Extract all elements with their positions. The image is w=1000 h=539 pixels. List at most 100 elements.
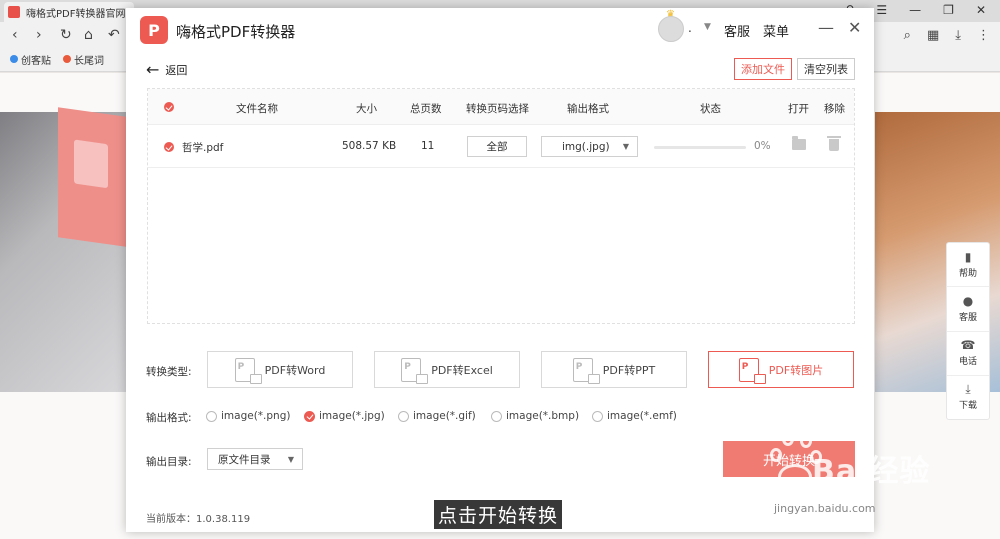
radio-dot [491,410,502,422]
back-button[interactable]: ← 返回 [146,60,187,79]
output-dir-value: 原文件目录 [218,453,271,466]
col-size: 大小 [356,103,377,115]
type-label: PDF转PPT [602,363,656,377]
trash-icon[interactable] [827,136,841,151]
download-icon: ⤓ [965,382,971,397]
output-dir-label: 输出目录: [146,456,192,468]
side-toolbar: ▮ 帮助 ● 客服 ☎ 电话 ⤓ 下载 [946,242,990,420]
side-tool-help[interactable]: ▮ 帮助 [947,243,989,288]
progress-label: 0% [754,140,771,152]
menu-icon[interactable]: ☰ [876,3,887,17]
side-tool-label: 电话 [958,357,977,368]
arrow-left-icon: ← [146,60,160,79]
service-link[interactable]: 客服 [724,21,750,40]
col-page-select: 转换页码选择 [466,103,529,115]
video-subtitle: 点击开始转换 [434,500,563,529]
forward-icon[interactable]: › [36,27,42,43]
format-option-label: image(*.emf) [607,410,677,422]
undo-icon[interactable]: ↶ [108,27,120,43]
type-label: PDF转Excel [431,363,493,377]
table-row: 哲学.pdf 508.57 KB 11 全部 img(.jpg) ▼ 0% [148,126,854,168]
download-icon[interactable]: ⤓ [955,28,961,43]
headset-icon: ● [962,293,974,308]
minimize-button[interactable]: — [818,18,834,37]
format-option-label: image(*.bmp) [506,410,580,422]
type-pdf-to-ppt[interactable]: P PDF转PPT [541,351,687,388]
bookmark-item[interactable]: 长尾词 [63,52,104,67]
format-option-label: image(*.gif) [413,410,476,422]
col-open: 打开 [788,103,809,115]
minimize-icon[interactable]: — [909,3,921,17]
baidu-watermark: Bai经验 jingyan.baidu.com [760,430,950,520]
folder-icon[interactable] [792,136,806,150]
back-label: 返回 [165,63,188,77]
format-radio-emf[interactable]: image(*.emf) [592,410,677,422]
type-pdf-to-word[interactable]: P PDF转Word [207,351,353,388]
pdf-doc-icon: P [401,357,429,384]
pdf-doc-icon: P [234,357,262,384]
file-size: 508.57 KB [342,140,397,152]
col-status: 状态 [700,103,721,115]
app-logo-icon: P [140,16,168,44]
tab-title: 嗨格式PDF转换器官网-提供 [26,8,134,20]
output-dir-select[interactable]: 原文件目录 ▼ [207,448,303,470]
bookmarks-bar: 创客贴 长尾词 [0,50,104,68]
conversion-type-label: 转换类型: [146,366,192,378]
radio-dot [206,410,217,422]
browser-toolbar-right: ⌕ ▦ ⤓ ⋮ [904,28,990,43]
home-icon[interactable]: ⌂ [84,27,93,43]
menu-link[interactable]: 菜单 [763,21,789,40]
add-file-button[interactable]: 添加文件 [734,58,792,80]
close-button[interactable]: ✕ [848,18,861,37]
close-icon[interactable]: ✕ [976,3,986,17]
more-icon[interactable]: ⋮ [977,28,990,43]
output-format-select[interactable]: img(.jpg) ▼ [541,136,638,157]
type-pdf-to-excel[interactable]: P PDF转Excel [374,351,520,388]
format-option-label: image(*.png) [221,410,291,422]
type-label: PDF转图片 [768,363,824,377]
pdf-doc-icon: P [572,357,600,384]
reload-icon[interactable]: ↻ [60,27,72,43]
apps-icon[interactable]: ▦ [927,28,939,43]
bookmark-label: 创客贴 [21,55,51,67]
format-radio-png[interactable]: image(*.png) [206,410,304,422]
bookmark-label: 长尾词 [74,55,104,67]
search-icon[interactable]: ⌕ [904,28,911,43]
row-checkbox[interactable] [164,142,174,152]
side-tool-phone[interactable]: ☎ 电话 [947,332,989,376]
format-radio-gif[interactable]: image(*.gif) [398,410,491,422]
app-title: 嗨格式PDF转换器 [176,23,296,41]
chevron-down-icon: ▼ [622,142,629,151]
title-bar: P 嗨格式PDF转换器 ♛ . ▼ 客服 菜单 — ✕ [126,8,874,52]
type-label: PDF转Word [264,363,326,377]
avatar[interactable] [658,16,684,42]
col-output-format: 输出格式 [567,103,609,115]
browser-tab[interactable]: 嗨格式PDF转换器官网-提供 [4,2,134,22]
side-tool-service[interactable]: ● 客服 [947,287,989,332]
file-pages: 11 [421,140,435,152]
chevron-down-icon: ▼ [287,455,294,464]
bookmark-icon [63,55,71,63]
phone-icon: ☎ [960,338,976,353]
clear-list-button[interactable]: 清空列表 [797,58,855,80]
back-icon[interactable]: ‹ [12,27,18,43]
side-tool-label: 帮助 [958,268,977,279]
format-radio-bmp[interactable]: image(*.bmp) [491,410,592,422]
type-pdf-to-image[interactable]: P PDF转图片 [708,351,854,388]
page-range-button[interactable]: 全部 [467,136,527,157]
format-radio-jpg[interactable]: image(*.jpg) [304,410,398,422]
user-name[interactable]: . [688,21,692,35]
select-all-checkbox[interactable] [164,102,174,112]
side-tool-download[interactable]: ⤓ 下载 [947,376,989,419]
restore-icon[interactable]: ❐ [943,3,954,17]
side-tool-label: 下载 [958,401,977,412]
file-name: 哲学.pdf [182,142,224,154]
bookmark-item[interactable]: 创客贴 [10,52,51,67]
progress-bar [654,146,746,149]
chevron-down-icon[interactable]: ▼ [704,22,711,32]
radio-dot [592,410,603,422]
format-option-label: image(*.jpg) [319,410,385,422]
radio-dot [304,410,315,422]
col-remove: 移除 [824,103,845,115]
book-icon: ▮ [964,249,972,264]
